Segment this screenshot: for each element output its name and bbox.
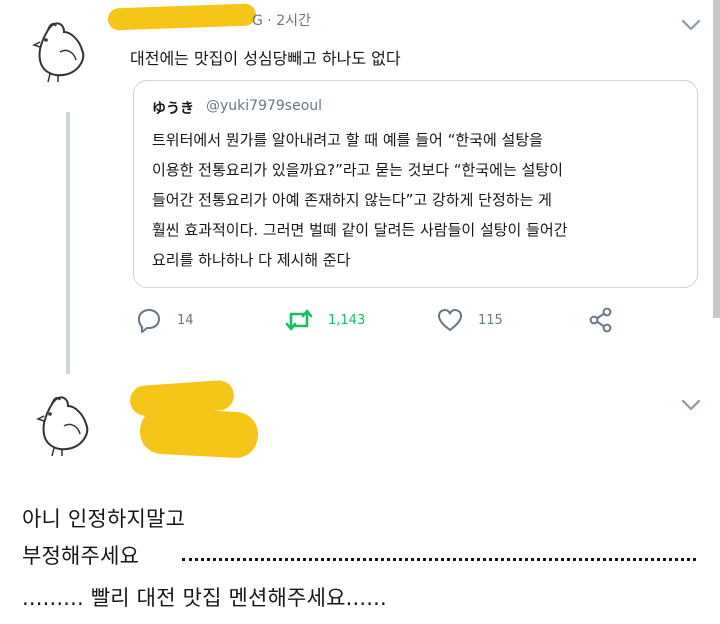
retweet-count: 1,143 xyxy=(328,312,366,328)
quote-text-line: 이용한 전통요리가 있을까요?”라고 묻는 것보다 “한국에는 설탕이 xyxy=(152,161,563,179)
like-button[interactable]: 115 xyxy=(436,306,503,334)
avatar[interactable] xyxy=(24,12,96,84)
dotted-line xyxy=(182,530,696,561)
retweet-button[interactable]: 1,143 xyxy=(284,306,365,334)
redacted-username xyxy=(107,3,257,31)
redacted-handle xyxy=(138,406,260,460)
reply-icon xyxy=(138,309,160,333)
reply-button[interactable]: 14 xyxy=(135,306,194,334)
quoted-tweet-card[interactable]: ゆうき @yuki7979seoul 트위터에서 뭔가를 알아내려고 할 때 예… xyxy=(133,80,698,288)
quote-text-line: 들어간 전통요리가 아예 존재하지 않는다”고 강하게 단정하는 게 xyxy=(152,191,552,209)
reply-text-line: 아니 인정하지말고 xyxy=(22,507,186,531)
chicken-avatar-icon xyxy=(36,396,89,457)
tweet-meta: G · 2시간 xyxy=(252,13,311,29)
chevron-down-icon[interactable] xyxy=(680,18,702,32)
chevron-down-icon[interactable] xyxy=(680,398,702,412)
share-button[interactable] xyxy=(586,306,616,334)
quote-text-line: 요리를 하나하나 다 제시해 준다 xyxy=(152,251,351,269)
share-icon xyxy=(589,307,612,333)
scrollbar[interactable] xyxy=(713,0,720,318)
like-count: 115 xyxy=(478,312,503,328)
avatar[interactable] xyxy=(28,386,100,458)
reply-text-line: ......... 빨리 대전 맛집 멘션해주세요...... xyxy=(22,586,387,610)
quote-text-line: 트위터에서 뭔가를 알아내려고 할 때 예를 들어 “한국에 설탕을 xyxy=(152,131,543,149)
thread-line xyxy=(66,112,70,374)
reply-text-line: 부정해주세요 xyxy=(22,544,140,568)
quote-author-handle: @yuki7979seoul xyxy=(206,98,323,114)
reply-count: 14 xyxy=(177,312,194,328)
chicken-avatar-icon xyxy=(32,22,85,83)
quote-author-name: ゆうき xyxy=(152,101,194,117)
quote-text-line: 훨씬 효과적이다. 그러면 벌떼 같이 달려든 사람들이 설탕이 들어간 xyxy=(152,221,568,239)
tweet-text: 대전에는 맛집이 성심당빼고 하나도 없다 xyxy=(130,49,401,68)
heart-icon xyxy=(438,309,462,331)
retweet-icon xyxy=(285,309,313,331)
